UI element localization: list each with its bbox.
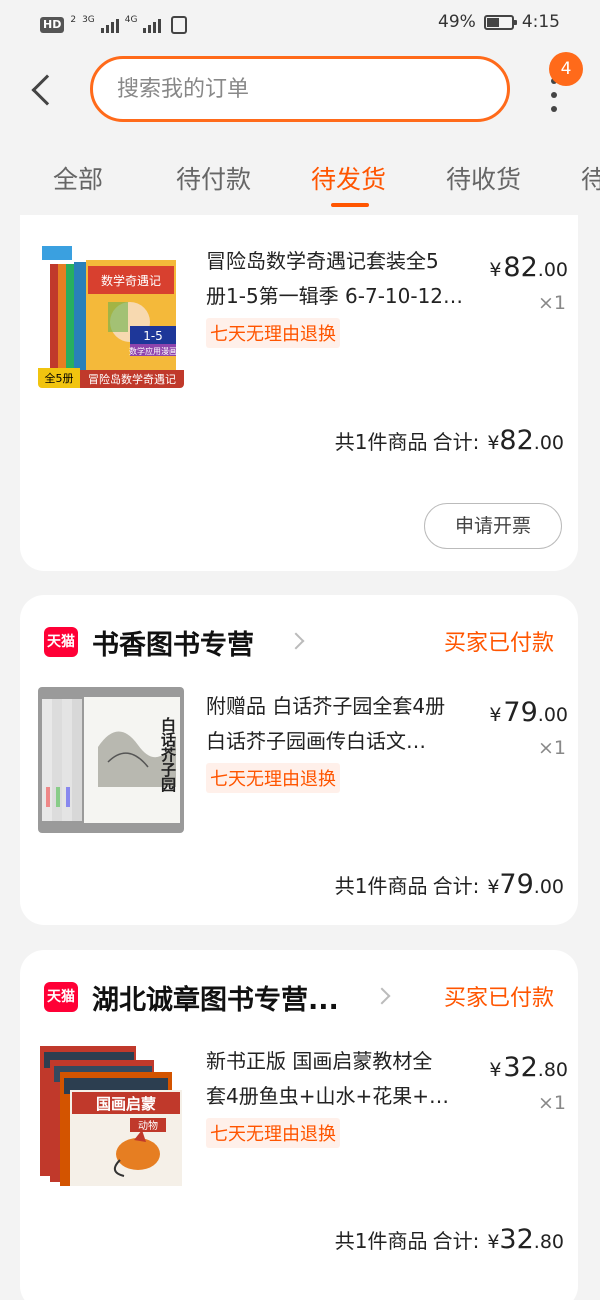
chevron-right-icon[interactable] (373, 987, 391, 1005)
search-input[interactable] (117, 76, 507, 102)
tmall-logo-icon: 天猫 (44, 627, 78, 657)
order-item[interactable]: 数学奇遇记 1-5 数学应用漫画 全5册 冒险岛数学奇遇记 冒险岛数学奇遇记套装… (38, 242, 568, 392)
thumb-book-subtitle: 动物 (138, 1119, 158, 1132)
thumb-bottom-title: 冒险岛数学奇遇记 (88, 372, 176, 386)
order-item[interactable]: 国画启蒙 动物 新书正版 国画启蒙教材全 套4册鱼虫+山水+花果+… 七天无理由… (38, 1042, 568, 1192)
thumb-set-label: 全5册 (45, 371, 74, 385)
shop-name[interactable]: 书香图书专营 (92, 623, 254, 662)
clock: 4:15 (521, 12, 560, 32)
thumb-subtitle: 数学应用漫画 (129, 346, 177, 356)
order-total: 共1件商品 合计: ¥32.80 (334, 1224, 564, 1255)
thumb-book-title: 国画启蒙 (96, 1095, 156, 1113)
item-price: ¥79.00 (489, 697, 568, 728)
signal-icon (143, 17, 162, 33)
search-bar[interactable] (90, 56, 510, 122)
back-button[interactable] (22, 68, 63, 112)
order-total: 共1件商品 合计: ¥82.00 (334, 425, 564, 456)
product-title: 新书正版 国画启蒙教材全 套4册鱼虫+山水+花果+… (206, 1049, 449, 1108)
tab-pending-shipment[interactable]: 待发货 (311, 160, 386, 196)
battery-percent: 49% (438, 12, 476, 32)
product-thumbnail: 数学奇遇记 1-5 数学应用漫画 全5册 冒险岛数学奇遇记 (38, 242, 184, 388)
tmall-logo-icon: 天猫 (44, 982, 78, 1012)
item-quantity: ×1 (537, 737, 566, 759)
request-invoice-button[interactable]: 申请开票 (424, 503, 562, 549)
return-policy-tag: 七天无理由退换 (206, 1118, 340, 1148)
thumb-series-title: 数学奇遇记 (101, 273, 161, 288)
item-price: ¥32.80 (489, 1052, 568, 1083)
thumb-volume-range: 1-5 (143, 329, 163, 343)
order-card: 数学奇遇记 1-5 数学应用漫画 全5册 冒险岛数学奇遇记 冒险岛数学奇遇记套装… (20, 215, 578, 571)
order-status: 买家已付款 (443, 986, 554, 1011)
tab-pending-review[interactable]: 待 (581, 160, 600, 196)
product-title: 冒险岛数学奇遇记套装全5 册1-5第一辑季 6-7-10-12… (206, 249, 464, 308)
return-policy-tag: 七天无理由退换 (206, 763, 340, 793)
tab-pending-receipt[interactable]: 待收货 (446, 160, 521, 196)
order-total: 共1件商品 合计: ¥79.00 (334, 869, 564, 900)
return-policy-tag: 七天无理由退换 (206, 318, 340, 348)
order-card: 天猫 书香图书专营 买家已付款 白话芥子园 附赠品 白话芥子园全套4册 白话芥子… (20, 595, 578, 925)
header: 4 (0, 50, 600, 140)
battery-icon (483, 14, 517, 30)
shop-header: 天猫 湖北诚章图书专营... 买家已付款 (44, 978, 554, 1018)
chevron-right-icon[interactable] (287, 632, 305, 650)
back-arrow-icon (31, 74, 63, 106)
vibrate-icon (171, 16, 188, 34)
order-item[interactable]: 白话芥子园 附赠品 白话芥子园全套4册 白话芥子园画传白话文… 七天无理由退换 … (38, 687, 568, 837)
product-title: 附赠品 白话芥子园全套4册 白话芥子园画传白话文… (206, 694, 446, 753)
network-4g-label: 4G (124, 15, 138, 25)
item-price: ¥82.00 (489, 252, 568, 283)
shop-name[interactable]: 湖北诚章图书专营... (92, 978, 339, 1017)
product-thumbnail: 国画启蒙 动物 (38, 1042, 184, 1188)
notification-badge: 4 (549, 52, 583, 86)
sim-label: 2 (70, 15, 77, 25)
item-quantity: ×1 (537, 292, 566, 314)
order-card: 天猫 湖北诚章图书专营... 买家已付款 国画启蒙 动物 新书正版 国画启蒙教材… (20, 950, 578, 1300)
thumb-book-title: 白话芥子园 (159, 716, 177, 793)
network-3g-label: 3G (82, 15, 95, 25)
tab-pending-payment[interactable]: 待付款 (176, 160, 251, 196)
hd-icon: HD (40, 17, 65, 33)
product-thumbnail: 白话芥子园 (38, 687, 184, 833)
item-quantity: ×1 (537, 1092, 566, 1114)
status-bar: HD 2 3G 4G 49% 4:15 (0, 0, 600, 50)
status-right: 49% 4:15 (438, 12, 560, 32)
tab-all[interactable]: 全部 (53, 160, 103, 196)
status-left: HD 2 3G 4G (40, 14, 188, 36)
active-tab-indicator (331, 203, 369, 207)
shop-header: 天猫 书香图书专营 买家已付款 (44, 623, 554, 663)
signal-icon (100, 17, 119, 33)
order-status: 买家已付款 (443, 631, 554, 656)
order-tabs: 全部 待付款 待发货 待收货 待 (0, 150, 600, 210)
